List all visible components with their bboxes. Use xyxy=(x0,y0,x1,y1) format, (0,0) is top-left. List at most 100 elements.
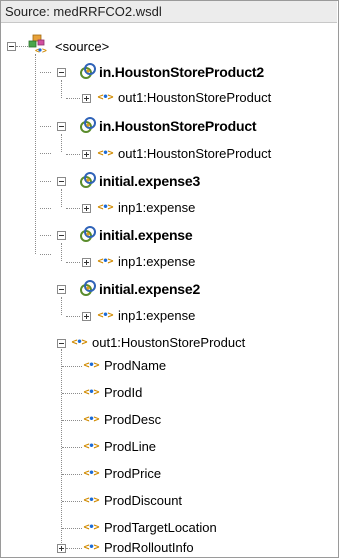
tree-line xyxy=(61,243,62,261)
tree-node-label: inp1:expense xyxy=(118,308,196,323)
tree-line xyxy=(40,72,51,73)
tree-node-label: initial.expense3 xyxy=(99,173,201,189)
collapse-toggle[interactable] xyxy=(57,68,66,77)
tree-node-label: inp1:expense xyxy=(118,200,196,215)
tree-line xyxy=(61,80,62,98)
element-icon: <•> xyxy=(97,92,113,103)
tree-node-label: ProdTargetLocation xyxy=(104,520,217,535)
tree-node-label: in.HoustonStoreProduct2 xyxy=(99,64,264,80)
tree-node-label: ProdLine xyxy=(104,439,157,454)
collapse-toggle[interactable] xyxy=(57,285,66,294)
collapse-toggle[interactable] xyxy=(57,339,66,348)
tree-line xyxy=(40,153,51,154)
expand-toggle[interactable] xyxy=(82,204,91,213)
tree-line xyxy=(66,316,80,317)
tree-node-label: ProdId xyxy=(104,385,143,400)
tree-node-element[interactable]: inp1:expense xyxy=(118,197,195,219)
tree-node-field[interactable]: ProdId xyxy=(104,382,142,404)
element-icon: <•> xyxy=(83,468,99,479)
tree-node-label: <source> xyxy=(55,39,110,54)
tree-node-label: out1:HoustonStoreProduct xyxy=(118,90,272,105)
tree-line xyxy=(62,366,82,367)
expand-toggle[interactable] xyxy=(82,150,91,159)
tree-line xyxy=(40,126,51,127)
tree-node-message-part[interactable]: in.HoustonStoreProduct2 xyxy=(99,61,264,83)
message-part-icon xyxy=(79,116,97,137)
tree-line xyxy=(40,254,51,255)
tree-line xyxy=(40,235,51,236)
message-part-icon xyxy=(79,62,97,83)
tree-line xyxy=(35,54,36,254)
tree-line xyxy=(62,474,82,475)
tree-node-source[interactable]: <source> xyxy=(55,36,109,58)
tree-node-label: initial.expense2 xyxy=(99,281,201,297)
tree-node-element[interactable]: inp1:expense xyxy=(118,305,195,327)
tree-line xyxy=(40,181,51,182)
tree-line xyxy=(61,189,62,207)
tree-line xyxy=(66,208,80,209)
tree-node-message-part[interactable]: initial.expense2 xyxy=(99,278,200,300)
tree-line xyxy=(62,501,82,502)
tree-node-field[interactable]: ProdPrice xyxy=(104,463,161,485)
tree-line xyxy=(62,447,82,448)
tree-node-label: ProdName xyxy=(104,358,167,373)
tree-line xyxy=(62,420,82,421)
element-icon: <•> xyxy=(71,337,87,348)
tree-node-label: out1:HoustonStoreProduct xyxy=(92,335,246,350)
element-icon: <•> xyxy=(83,542,99,553)
element-icon: <•> xyxy=(97,148,113,159)
tree-line xyxy=(61,134,62,152)
tree-line xyxy=(62,528,82,529)
tree-node-label: inp1:expense xyxy=(118,254,196,269)
tree-node-message-part[interactable]: initial.expense xyxy=(99,224,193,246)
svg-text:>: > xyxy=(42,46,47,54)
tree-line xyxy=(62,393,82,394)
tree-node-field[interactable]: ProdName xyxy=(104,355,166,377)
tree-line xyxy=(66,262,80,263)
message-part-icon xyxy=(79,171,97,192)
tree-node-label: initial.expense xyxy=(99,227,193,243)
expand-toggle[interactable] xyxy=(82,312,91,321)
element-icon: <•> xyxy=(97,256,113,267)
tree-node-label: ProdRolloutInfo xyxy=(104,540,194,555)
tree-node-field[interactable]: ProdRolloutInfo xyxy=(104,537,194,559)
tree-node-label: in.HoustonStoreProduct xyxy=(99,118,257,134)
tree-line xyxy=(61,349,62,547)
collapse-toggle[interactable] xyxy=(57,177,66,186)
collapse-toggle[interactable] xyxy=(57,231,66,240)
tree-node-field[interactable]: ProdDesc xyxy=(104,409,161,431)
element-icon: <•> xyxy=(97,202,113,213)
tree-node-message-part[interactable]: in.HoustonStoreProduct xyxy=(99,115,257,137)
tree-node-field[interactable]: ProdTargetLocation xyxy=(104,517,217,539)
tree-node-field[interactable]: ProdLine xyxy=(104,436,156,458)
element-icon: <•> xyxy=(83,414,99,425)
tree-line xyxy=(16,46,28,47)
source-tree: < > <source> in.HoustonStoreProduct2 <•>… xyxy=(0,0,339,559)
message-part-icon xyxy=(79,279,97,300)
message-part-icon xyxy=(79,225,97,246)
tree-line xyxy=(40,208,51,209)
tree-node-field[interactable]: ProdDiscount xyxy=(104,490,182,512)
element-icon: <•> xyxy=(83,441,99,452)
tree-node-message-part[interactable]: initial.expense3 xyxy=(99,170,200,192)
collapse-toggle[interactable] xyxy=(7,42,16,51)
expand-toggle[interactable] xyxy=(57,544,66,553)
tree-node-element[interactable]: out1:HoustonStoreProduct xyxy=(92,332,245,354)
collapse-toggle[interactable] xyxy=(57,122,66,131)
tree-node-element[interactable]: out1:HoustonStoreProduct xyxy=(118,87,271,109)
tree-line xyxy=(66,548,82,549)
tree-node-label: ProdPrice xyxy=(104,466,162,481)
tree-node-element[interactable]: inp1:expense xyxy=(118,251,195,273)
tree-line xyxy=(66,98,80,99)
expand-toggle[interactable] xyxy=(82,94,91,103)
tree-node-element[interactable]: out1:HoustonStoreProduct xyxy=(118,143,271,165)
element-icon: <•> xyxy=(97,310,113,321)
tree-node-label: ProdDesc xyxy=(104,412,162,427)
element-icon: <•> xyxy=(83,360,99,371)
element-icon: <•> xyxy=(83,387,99,398)
tree-line xyxy=(61,297,62,315)
source-node-icon: < > xyxy=(28,34,48,55)
expand-toggle[interactable] xyxy=(82,258,91,267)
tree-line xyxy=(66,154,80,155)
element-icon: <•> xyxy=(83,522,99,533)
